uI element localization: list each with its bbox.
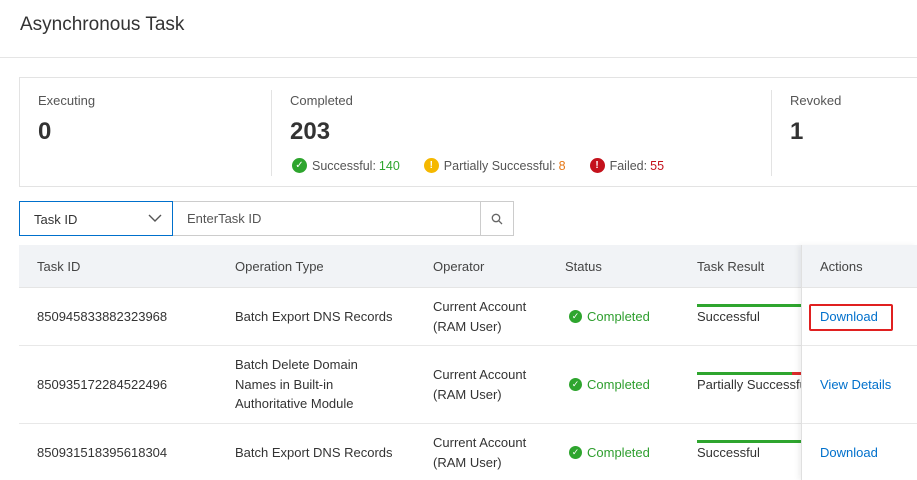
failed-count: 55: [650, 158, 665, 173]
stat-completed-label: Completed: [290, 93, 353, 108]
partial-label: Partially Successful:: [443, 158, 556, 173]
operator-cell: Current Account (RAM User): [433, 365, 526, 404]
successful-label: Successful:: [312, 158, 376, 173]
operator-cell: Current Account (RAM User): [433, 297, 526, 336]
operation-type-line: Names in Built-in: [235, 376, 334, 392]
successful-summary: ✓ Successful: 140: [292, 158, 400, 173]
failed-label: Failed:: [609, 158, 648, 173]
successful-count: 140: [378, 158, 400, 173]
stat-completed: Completed 203 ✓ Successful: 140 ! Partia…: [272, 90, 772, 176]
search-field-selected: Task ID: [34, 212, 78, 227]
header-task-result: Task Result: [697, 259, 765, 274]
operator-line: (RAM User): [433, 318, 502, 334]
header-task-id: Task ID: [37, 259, 81, 274]
stat-executing: Executing 0: [20, 90, 272, 176]
stat-executing-value: 0: [38, 118, 52, 145]
partial-summary: ! Partially Successful: 8: [423, 158, 566, 173]
partial-count: 8: [558, 158, 566, 173]
operation-type-cell: Batch Export DNS Records: [235, 445, 393, 460]
status-cell: ✓ Completed: [569, 375, 650, 395]
stat-revoked-label: Revoked: [790, 93, 842, 108]
status-text: Completed: [587, 377, 650, 392]
result-progress-bar: [697, 440, 802, 443]
task-id-cell: 850945833882323968: [37, 309, 168, 324]
task-stats-panel: Executing 0 Completed 203 ✓ Successful: …: [19, 77, 917, 187]
status-text: Completed: [587, 309, 650, 324]
header-status: Status: [565, 259, 602, 274]
search-icon: [491, 213, 503, 224]
status-cell: ✓ Completed: [569, 443, 650, 463]
page-title: Asynchronous Task: [20, 14, 185, 35]
result-text: Successful: [697, 309, 760, 324]
operation-type-cell: Batch Delete Domain Names in Built-in Au…: [235, 355, 358, 414]
check-circle-icon: ✓: [569, 446, 582, 460]
header-operation-type: Operation Type: [235, 259, 324, 274]
operator-cell: Current Account (RAM User): [433, 433, 526, 472]
error-circle-icon: !: [589, 158, 605, 173]
table-row: 850945833882323968 Batch Export DNS Reco…: [19, 288, 917, 346]
stat-revoked-value: 1: [790, 118, 804, 145]
header-operator: Operator: [433, 259, 485, 274]
table-row: 850931518395618304 Batch Export DNS Reco…: [19, 424, 917, 480]
download-link-highlight: [809, 304, 893, 331]
operator-line: Current Account: [433, 367, 527, 382]
result-text: Successful: [697, 445, 760, 460]
stat-executing-label: Executing: [38, 93, 96, 108]
view-details-link[interactable]: View Details: [820, 377, 891, 392]
chevron-down-icon: [148, 214, 162, 222]
task-id-cell: 850935172284522496: [37, 377, 168, 392]
status-text: Completed: [587, 445, 650, 460]
operator-line: (RAM User): [433, 386, 502, 402]
result-progress-bar: [697, 372, 802, 375]
stat-completed-value: 203: [290, 118, 331, 145]
operator-line: Current Account: [433, 435, 527, 450]
status-cell: ✓ Completed: [569, 307, 650, 327]
operation-type-line: Authoritative Module: [235, 396, 354, 411]
operator-line: (RAM User): [433, 454, 502, 470]
operation-type-line: Batch Delete Domain: [235, 357, 358, 372]
check-circle-icon: ✓: [569, 378, 582, 392]
failed-summary: ! Failed: 55: [589, 158, 665, 173]
search-button[interactable]: [480, 201, 514, 236]
table-header: Task ID Operation Type Operator Status T…: [19, 245, 917, 288]
completed-breakdown: ✓ Successful: 140 ! Partially Successful…: [292, 158, 688, 173]
task-id-cell: 850931518395618304: [37, 445, 168, 460]
table-row: 850935172284522496 Batch Delete Domain N…: [19, 346, 917, 424]
operator-line: Current Account: [433, 299, 527, 314]
stat-revoked: Revoked 1: [772, 90, 917, 176]
search-field-select[interactable]: Task ID: [19, 201, 173, 236]
operation-type-cell: Batch Export DNS Records: [235, 309, 393, 324]
result-progress-bar: [697, 304, 802, 307]
warning-circle-icon: !: [423, 158, 439, 173]
check-circle-icon: ✓: [292, 158, 307, 173]
download-link[interactable]: Download: [820, 445, 878, 460]
page-header: Asynchronous Task: [0, 0, 917, 58]
result-text: Partially Successful: [697, 377, 802, 392]
task-id-search-input[interactable]: [173, 201, 481, 236]
check-circle-icon: ✓: [569, 310, 582, 324]
